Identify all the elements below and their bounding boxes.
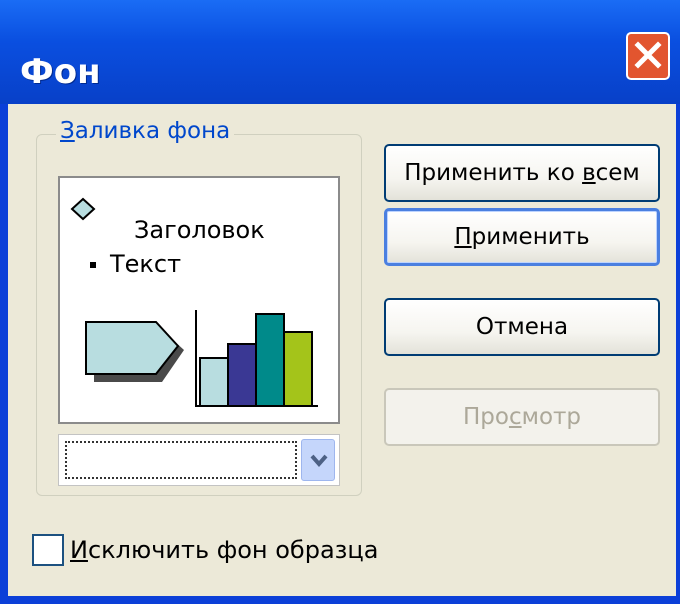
bar-1 [199,357,229,407]
pentagon-arrow-shape [85,321,184,382]
fill-color-value[interactable] [65,441,297,479]
chevron-down-icon [310,454,328,468]
omit-master-background-label[interactable]: Исключить фон образца [70,536,378,564]
omit-master-background-checkbox[interactable] [32,534,64,566]
fill-color-dropdown[interactable] [58,434,340,486]
dialog-title: Фон [20,52,101,92]
apply-button[interactable]: Применить [384,208,660,266]
dialog-body: Заливка фона Заголовок Текст Применить к… [8,104,676,596]
close-button[interactable] [626,32,670,80]
title-bar[interactable]: Фон [0,0,680,104]
apply-all-button[interactable]: Применить ко всем [384,144,660,202]
background-preview: Заголовок Текст [58,176,340,424]
bar-2 [227,343,257,407]
dropdown-arrow-button[interactable] [301,439,335,481]
close-icon [634,41,662,69]
fill-group-legend: Заливка фона [56,118,235,144]
bar-4 [283,331,313,407]
bar-chart-graphic [195,310,318,407]
preview-button[interactable]: Просмотр [384,388,660,446]
dialog-window: Фон Заливка фона Заголовок Текст Примени… [0,0,680,604]
cancel-button[interactable]: Отмена [384,298,660,356]
bar-3 [255,313,285,407]
